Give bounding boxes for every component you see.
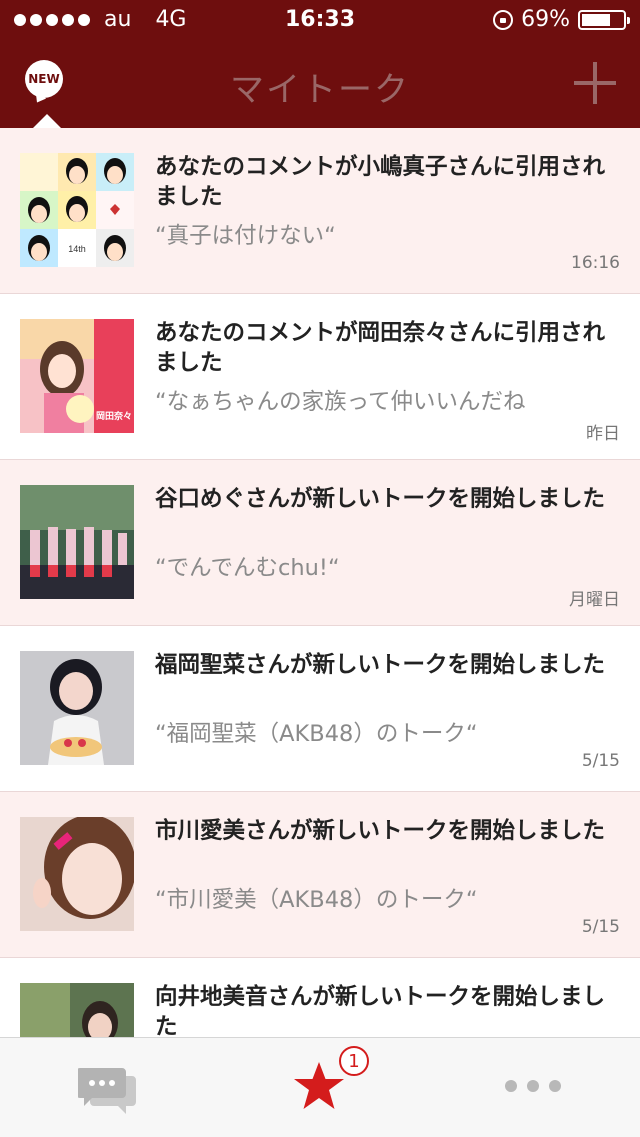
- tab-more[interactable]: [426, 1038, 639, 1137]
- talk-title: 谷口めぐさんが新しいトークを開始しました: [155, 486, 606, 512]
- battery-tip: [627, 16, 630, 24]
- talk-title: 市川愛美さんが新しいトークを開始しました: [155, 818, 606, 844]
- talk-thumbnail: [20, 983, 134, 1038]
- status-bar: au 4G 16:33 69%: [0, 0, 640, 40]
- page-title: マイトーク: [230, 70, 410, 110]
- talk-title: 福岡聖菜さんが新しいトークを開始しました: [155, 652, 606, 678]
- talk-quote: “市川愛美（AKB48）のトーク“: [155, 887, 478, 913]
- talk-date: 5/15: [581, 751, 620, 771]
- talk-date: 16:16: [571, 253, 620, 273]
- talk-date: 5/15: [581, 917, 620, 937]
- talk-title: 向井地美音さんが新しいトークを開始しました: [155, 984, 606, 1038]
- talk-thumbnail: 岡田奈々: [20, 319, 134, 433]
- thumb-caption: 岡田奈々: [96, 410, 132, 422]
- talk-quote: “福岡聖菜（AKB48）のトーク“: [155, 721, 478, 747]
- star-icon: [294, 1062, 344, 1109]
- talk-list[interactable]: 14th あなたのコメントが小嶋真子さんに引用されました “真子は付けない“ 1…: [0, 128, 640, 1038]
- chat-bubbles-icon: [78, 1068, 136, 1114]
- talk-row[interactable]: 向井地美音さんが新しいトークを開始しました: [0, 958, 640, 1038]
- battery-percent: 69%: [521, 7, 570, 32]
- talk-row[interactable]: 14th あなたのコメントが小嶋真子さんに引用されました “真子は付けない“ 1…: [0, 128, 640, 294]
- talk-thumbnail: [20, 817, 134, 931]
- talk-row[interactable]: 谷口めぐさんが新しいトークを開始しました “でんでんむchu!“ 月曜日: [0, 460, 640, 626]
- talk-date: 昨日: [586, 424, 620, 444]
- rotation-lock-icon: [493, 9, 514, 30]
- talk-thumbnail: 14th: [20, 153, 134, 267]
- talk-quote: “真子は付けない“: [155, 223, 336, 249]
- battery-level: [582, 13, 610, 26]
- notification-badge: 1: [339, 1046, 369, 1076]
- talk-row[interactable]: 市川愛美さんが新しいトークを開始しました “市川愛美（AKB48）のトーク“ 5…: [0, 792, 640, 958]
- talk-quote: “なぁちゃんの家族って仲いいんだね: [155, 389, 526, 415]
- talk-date: 月曜日: [569, 590, 620, 610]
- battery-icon: [578, 9, 630, 30]
- talk-quote: “でんでんむchu!“: [155, 555, 340, 581]
- tab-bar: 1: [0, 1037, 640, 1137]
- talk-title: あなたのコメントが小嶋真子さんに引用されました: [155, 154, 606, 210]
- talk-row[interactable]: 岡田奈々 あなたのコメントが岡田奈々さんに引用されました “なぁちゃんの家族って…: [0, 294, 640, 460]
- tab-talk[interactable]: [0, 1038, 213, 1137]
- more-dots-icon: [505, 1080, 561, 1092]
- talk-thumbnail: [20, 651, 134, 765]
- talk-row[interactable]: 福岡聖菜さんが新しいトークを開始しました “福岡聖菜（AKB48）のトーク“ 5…: [0, 626, 640, 792]
- talk-title: あなたのコメントが岡田奈々さんに引用されました: [155, 320, 606, 376]
- new-pointer-arrow: [33, 114, 61, 128]
- thumb-caption: 14th: [68, 244, 86, 254]
- talk-thumbnail: [20, 485, 134, 599]
- status-right: 69%: [493, 7, 630, 32]
- tab-favorites[interactable]: 1: [213, 1038, 426, 1137]
- add-talk-button[interactable]: [574, 62, 616, 104]
